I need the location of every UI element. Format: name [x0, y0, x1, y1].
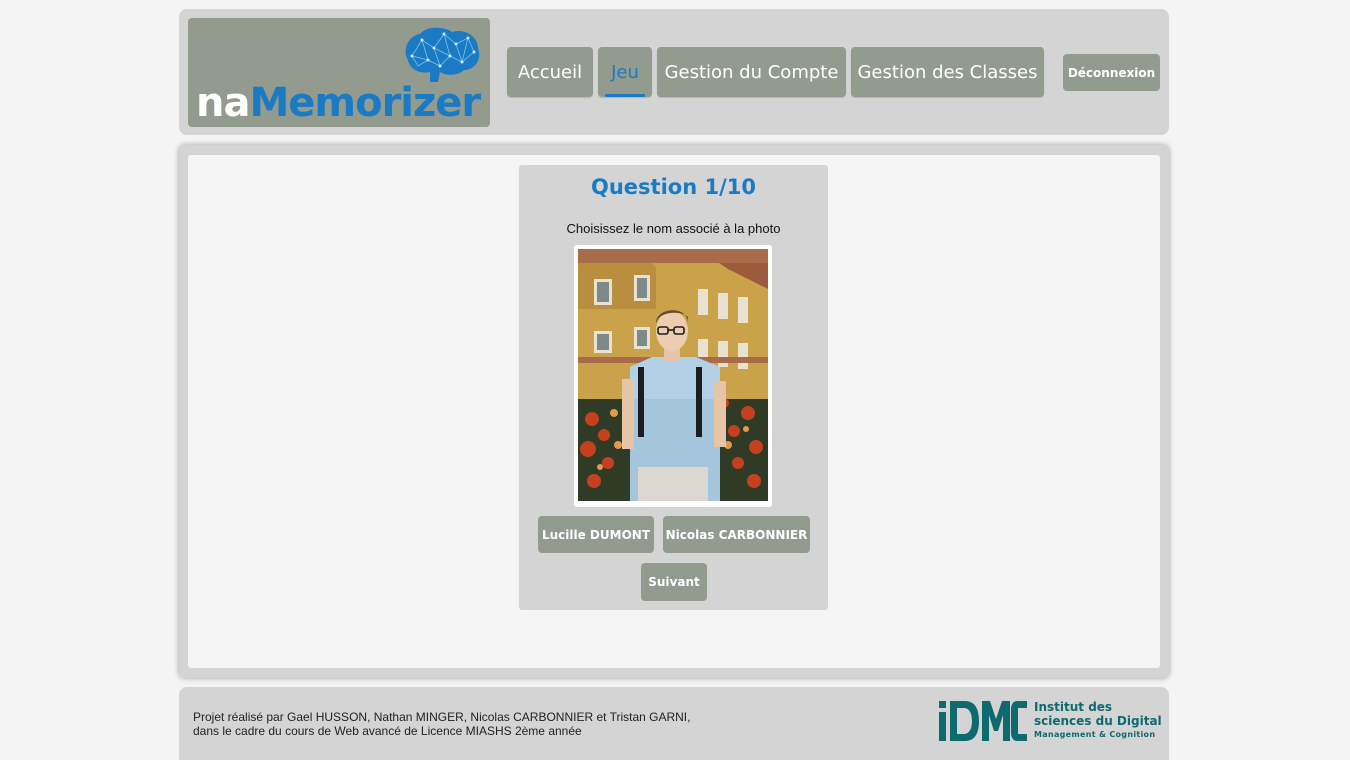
brain-icon	[405, 27, 480, 82]
header: naMemorizer Accueil Jeu Gestion du Compt…	[179, 9, 1169, 135]
logo-text: naMemorizer	[196, 80, 481, 126]
nav-gestion-compte-label: Gestion du Compte	[664, 61, 839, 83]
footer-credits: Projet réalisé par Gael HUSSON, Nathan M…	[193, 710, 690, 738]
answer-button-2[interactable]: Nicolas CARBONNIER	[663, 516, 810, 553]
page: naMemorizer Accueil Jeu Gestion du Compt…	[0, 0, 1350, 760]
answer-label-2: Nicolas CARBONNIER	[665, 527, 808, 542]
app-logo[interactable]: naMemorizer	[188, 18, 490, 127]
nav-jeu-button[interactable]: Jeu	[598, 47, 652, 97]
footer-line-2: dans le cadre du cours de Web avancé de …	[193, 724, 582, 738]
nav-gestion-compte-button[interactable]: Gestion du Compte	[657, 47, 846, 97]
person-photo	[574, 245, 772, 507]
idmc-logo-icon	[939, 701, 1027, 741]
idmc-institution-name: Institut des sciences du Digital Managem…	[1034, 700, 1162, 742]
answer-label-1: Lucille DUMONT	[541, 527, 651, 542]
logo-text-na: na	[196, 80, 250, 126]
nav-gestion-classes-label: Gestion des Classes	[857, 61, 1038, 83]
active-tab-indicator	[605, 94, 645, 97]
footer-line-1: Projet réalisé par Gael HUSSON, Nathan M…	[193, 710, 691, 724]
nav-accueil-label: Accueil	[517, 61, 583, 83]
idmc-line-1: Institut des	[1034, 700, 1113, 714]
idmc-line-3: Management & Cognition	[1034, 730, 1156, 739]
main-content: Question 1/10 Choisissez le nom associé …	[188, 155, 1160, 668]
main-frame: Question 1/10 Choisissez le nom associé …	[179, 145, 1169, 678]
logout-label: Déconnexion	[1067, 65, 1156, 80]
answer-button-1[interactable]: Lucille DUMONT	[538, 516, 654, 553]
question-instruction: Choisissez le nom associé à la photo	[566, 221, 781, 236]
question-title: Question 1/10	[591, 175, 756, 199]
nav-gestion-classes-button[interactable]: Gestion des Classes	[851, 47, 1044, 97]
footer: Projet réalisé par Gael HUSSON, Nathan M…	[179, 687, 1169, 760]
nav-jeu-label: Jeu	[611, 61, 639, 83]
quiz-card: Question 1/10 Choisissez le nom associé …	[519, 165, 828, 610]
idmc-line-2: sciences du Digital	[1034, 714, 1162, 728]
next-button[interactable]: Suivant	[641, 563, 707, 601]
logo-text-memorizer: Memorizer	[249, 80, 481, 126]
nav-accueil-button[interactable]: Accueil	[507, 47, 593, 97]
logout-button[interactable]: Déconnexion	[1063, 54, 1160, 91]
next-label: Suivant	[648, 575, 700, 589]
photo-image	[578, 249, 768, 501]
